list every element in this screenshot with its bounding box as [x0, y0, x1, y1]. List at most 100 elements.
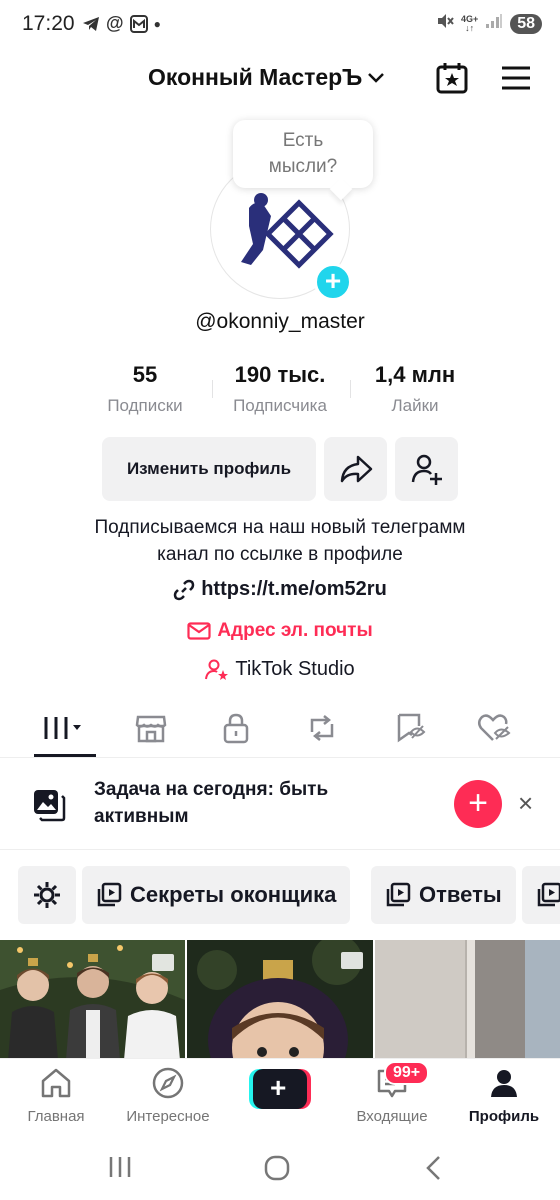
tab-reposts[interactable]	[292, 708, 352, 748]
mail-icon	[187, 622, 211, 640]
playlist-icon	[97, 882, 122, 907]
email-text: Адрес эл. почты	[217, 620, 373, 641]
repost-icon	[310, 715, 334, 741]
stat-value: 1,4 млн	[374, 362, 456, 387]
stat-value: 55	[132, 362, 158, 387]
network-activity: ↓↑	[465, 22, 475, 33]
profile-bio: Подписываемся на наш новый телеграмм кан…	[0, 514, 560, 568]
stat-value: 190 тыс.	[234, 362, 326, 387]
playlist-settings-chip[interactable]	[18, 866, 76, 924]
stat-label: Подписки	[107, 396, 183, 415]
playlist-label: Ответы	[419, 882, 502, 907]
recent-apps-button[interactable]	[107, 1155, 133, 1184]
task-text: Задача на сегодня: быть активным	[94, 776, 328, 830]
status-notification-icons: @ ●	[82, 13, 161, 34]
profile-tabs	[0, 700, 560, 758]
thumbnail-image	[0, 940, 185, 1060]
nav-home[interactable]: Главная	[0, 1067, 112, 1125]
shop-icon	[135, 715, 167, 743]
profile-link[interactable]: https://t.me/om52ru	[0, 578, 560, 601]
account-switcher[interactable]: Оконный МастерЪ	[148, 64, 386, 91]
playlist-icon	[537, 882, 560, 907]
chevron-down-icon	[368, 72, 385, 83]
playlist-chip-answers[interactable]: Ответы	[371, 866, 516, 924]
stat-divider	[212, 380, 213, 398]
gear-icon	[34, 882, 60, 908]
back-button[interactable]	[424, 1155, 444, 1186]
video-thumbnail[interactable]	[375, 940, 560, 1060]
playlist-label: Секреты оконщика	[130, 882, 337, 907]
stat-likes[interactable]: 1,4 млн Лайки	[355, 362, 475, 416]
bottom-navigation: Главная Интересное + Входящие 99+ Профил…	[0, 1058, 560, 1130]
task-line-2: активным	[94, 806, 189, 827]
battery-indicator: 58	[510, 13, 542, 34]
create-label: +	[270, 1072, 287, 1103]
stat-following[interactable]: 55 Подписки	[85, 362, 205, 416]
dot-icon: ●	[153, 16, 161, 31]
task-close-button[interactable]: ×	[518, 788, 533, 819]
playlist-chip-secrets[interactable]: Секреты оконщика	[82, 866, 351, 924]
tiktok-studio-link[interactable]: TikTok Studio	[0, 658, 560, 681]
signal-icon	[485, 13, 503, 34]
video-thumbnail[interactable]	[187, 940, 373, 1060]
tab-private[interactable]	[206, 708, 266, 748]
share-profile-button[interactable]	[324, 437, 387, 501]
tab-shop[interactable]	[121, 708, 181, 748]
stat-divider	[350, 380, 351, 398]
tab-videos[interactable]	[35, 708, 95, 748]
home-button[interactable]	[264, 1155, 290, 1186]
app-notification-icon	[129, 14, 148, 33]
video-thumbnail[interactable]	[0, 940, 185, 1060]
share-icon	[340, 455, 372, 483]
add-user-icon	[411, 454, 442, 485]
task-add-button[interactable]: +	[454, 780, 502, 828]
bubble-line-2: мысли?	[268, 156, 338, 177]
stat-followers[interactable]: 190 тыс. Подписчика	[215, 362, 345, 416]
tab-liked[interactable]	[464, 708, 524, 748]
daily-task-card[interactable]: Задача на сегодня: быть активным + ×	[0, 758, 560, 850]
heart-hidden-icon	[478, 714, 511, 741]
studio-text: TikTok Studio	[235, 658, 355, 680]
nav-label: Профиль	[468, 1108, 540, 1125]
bubble-line-1: Есть	[282, 130, 324, 151]
back-icon	[426, 1156, 440, 1180]
thoughts-bubble[interactable]: Есть мысли?	[233, 120, 373, 188]
stat-label: Подписчика	[233, 396, 327, 415]
video-grid	[0, 940, 560, 1060]
create-button[interactable]: +	[249, 1069, 311, 1109]
profile-icon	[491, 1070, 517, 1097]
nav-label: Входящие	[356, 1108, 428, 1125]
grid-icon	[44, 717, 81, 739]
profile-header: Оконный МастерЪ	[0, 54, 560, 102]
inbox-badge: 99+	[384, 1061, 430, 1085]
playlist-icon	[386, 882, 411, 907]
bookmark-hidden-icon	[397, 713, 426, 743]
nav-label: Интересное	[126, 1108, 210, 1125]
thumbnail-image	[375, 940, 560, 1060]
nav-discover[interactable]: Интересное	[112, 1067, 224, 1125]
edit-profile-button[interactable]: Изменить профиль	[102, 437, 316, 501]
add-friend-button[interactable]	[395, 437, 458, 501]
add-avatar-button[interactable]: +	[314, 263, 352, 301]
nav-label: Главная	[27, 1108, 85, 1125]
username: @okonniy_master	[195, 310, 365, 333]
playlist-chips: Секреты оконщика Ответы	[0, 866, 560, 926]
tab-favorites[interactable]	[380, 708, 440, 748]
system-navigation	[0, 1135, 560, 1200]
link-text: https://t.me/om52ru	[201, 578, 387, 600]
creator-star-icon	[205, 659, 229, 680]
playlist-chip-more[interactable]	[522, 866, 560, 924]
account-name: Оконный МастерЪ	[148, 64, 363, 90]
network-indicator: 4G+ ↓↑	[461, 14, 478, 33]
calendar-star-icon[interactable]	[434, 60, 470, 96]
compass-icon	[152, 1067, 184, 1099]
status-bar: 17:20 @ ● 4G+ ↓↑ 58	[0, 0, 560, 52]
bio-line-1: Подписываемся на наш новый телеграмм	[94, 517, 466, 538]
bio-line-2: канал по ссылке в профиле	[157, 544, 403, 565]
menu-icon[interactable]	[498, 60, 534, 96]
nav-profile[interactable]: Профиль	[448, 1067, 560, 1125]
lock-icon	[223, 713, 249, 744]
mute-icon	[436, 12, 454, 35]
email-link[interactable]: Адрес эл. почты	[0, 620, 560, 642]
active-tab-indicator	[34, 754, 96, 757]
